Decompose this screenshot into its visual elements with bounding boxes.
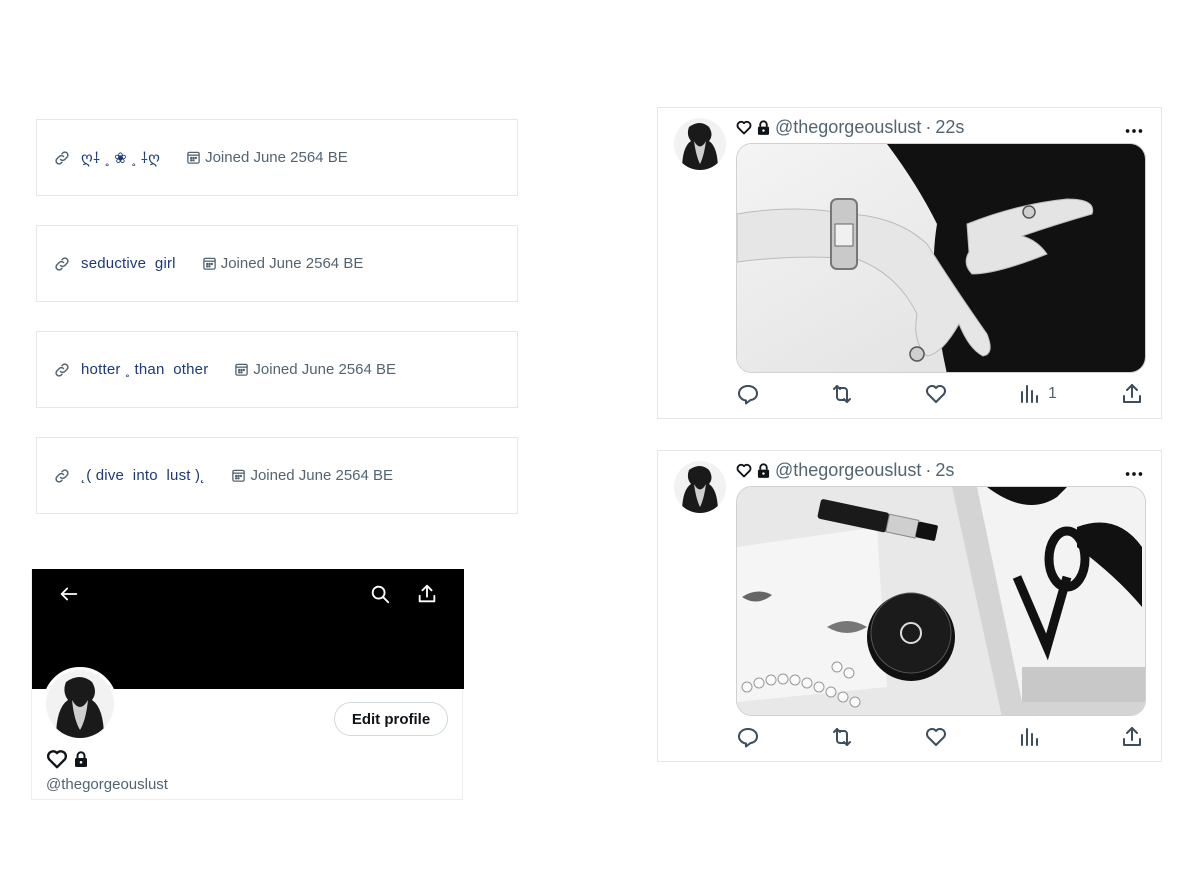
bio-card-4: ˛( dive into lust )˛ Joined June 2564 BE [36, 437, 518, 514]
avatar[interactable] [674, 118, 726, 170]
reply-icon [738, 385, 758, 405]
retweet-icon [833, 728, 851, 746]
reply-button[interactable] [736, 725, 760, 749]
share-button[interactable] [1120, 382, 1144, 406]
lock-icon [757, 120, 770, 135]
heart-icon [736, 120, 752, 135]
edit-profile-button[interactable]: Edit profile [334, 702, 448, 736]
heart-icon [736, 463, 752, 478]
bio-card-3: hotter ˳ than other Joined June 2564 BE [36, 331, 518, 408]
calendar-icon [235, 363, 249, 376]
retweet-button[interactable] [830, 382, 854, 406]
like-icon [926, 728, 946, 746]
tweet-handle[interactable]: @thegorgeouslust [775, 460, 921, 481]
bio-link[interactable]: ˛( dive into lust )˛ [81, 467, 205, 484]
share-icon[interactable] [416, 583, 438, 605]
joined-date: Joined June 2564 BE [253, 361, 397, 378]
tweet-handle[interactable]: @thegorgeouslust [775, 117, 921, 138]
profile-handle: @thegorgeouslust [46, 776, 168, 793]
profile-header: Edit profile @thegorgeouslust [31, 569, 464, 800]
share-icon [1123, 384, 1141, 403]
bio-card-2: seductive girl Joined June 2564 BE [36, 225, 518, 302]
views-icon [1021, 385, 1038, 403]
joined-date: Joined June 2564 BE [250, 467, 394, 484]
joined-date: Joined June 2564 BE [220, 255, 364, 272]
link-icon [55, 256, 69, 271]
calendar-icon [202, 257, 216, 270]
more-icon[interactable] [1123, 463, 1145, 485]
separator: · [925, 117, 932, 137]
tweet-header: @thegorgeouslust · 2s [736, 460, 954, 481]
tweet-actions: 1 [736, 382, 1148, 408]
retweet-icon [833, 385, 851, 403]
lock-icon [757, 463, 770, 478]
tweet-photo[interactable] [736, 143, 1146, 373]
like-button[interactable] [924, 725, 948, 749]
bio-link[interactable]: seductive girl [81, 255, 176, 272]
link-icon [55, 362, 69, 377]
like-button[interactable] [924, 382, 948, 406]
views-button[interactable]: 1 [1018, 382, 1057, 406]
tweet-time[interactable]: 22s [935, 117, 964, 138]
views-icon [1021, 728, 1038, 746]
profile-badges [46, 749, 88, 769]
bio-card-1: ღ⸸ ˳ ❀ ˳ ⸸ღ Joined June 2564 BE [36, 119, 518, 196]
tweet-actions [736, 725, 1148, 751]
heart-icon [46, 750, 68, 769]
link-icon [55, 468, 69, 483]
calendar-icon [187, 151, 200, 164]
tweet-header: @thegorgeouslust · 22s [736, 117, 964, 138]
lock-icon [75, 751, 87, 767]
tweet-1[interactable]: @thegorgeouslust · 22s 1 [657, 107, 1162, 419]
like-icon [926, 385, 946, 403]
avatar[interactable] [43, 667, 117, 741]
tweet-time[interactable]: 2s [935, 460, 954, 481]
calendar-icon [232, 469, 246, 482]
tweet-photo[interactable] [736, 486, 1146, 716]
share-button[interactable] [1120, 725, 1144, 749]
more-icon[interactable] [1123, 120, 1145, 142]
separator: · [925, 460, 932, 480]
reply-button[interactable] [736, 382, 760, 406]
bio-link[interactable]: ღ⸸ ˳ ❀ ˳ ⸸ღ [81, 148, 160, 168]
link-icon [55, 150, 69, 165]
share-icon [1123, 727, 1141, 746]
search-icon[interactable] [369, 583, 391, 605]
tweet-2[interactable]: @thegorgeouslust · 2s [657, 450, 1162, 762]
views-count: 1 [1048, 385, 1057, 402]
reply-icon [738, 728, 758, 748]
retweet-button[interactable] [830, 725, 854, 749]
avatar[interactable] [674, 461, 726, 513]
back-arrow-icon[interactable] [58, 583, 80, 605]
bio-link[interactable]: hotter ˳ than other [81, 361, 208, 378]
views-button[interactable] [1018, 725, 1048, 749]
joined-date: Joined June 2564 BE [205, 149, 348, 166]
